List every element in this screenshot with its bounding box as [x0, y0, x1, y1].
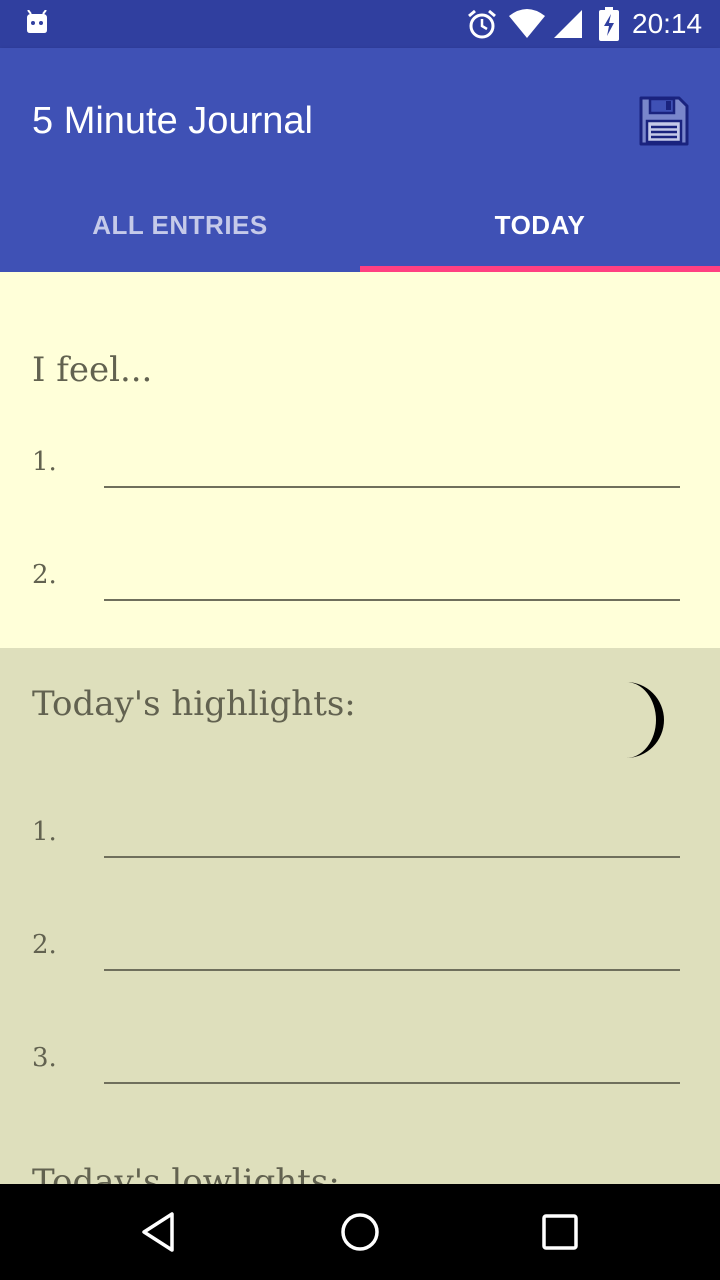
- feel-heading: I feel...: [32, 350, 153, 390]
- tab-all-entries[interactable]: ALL ENTRIES: [0, 178, 360, 272]
- highlights-heading: Today's highlights:: [32, 684, 356, 724]
- highlights-item-number-2: 2.: [32, 930, 57, 960]
- highlights-item-number-3: 3.: [32, 1043, 57, 1073]
- tab-bar: ALL ENTRIES TODAY: [0, 178, 720, 272]
- highlights-input-3[interactable]: [104, 1038, 680, 1084]
- feel-item-number-2: 2.: [32, 560, 57, 590]
- back-icon[interactable]: [138, 1210, 182, 1254]
- wifi-icon: [509, 9, 545, 38]
- tab-today[interactable]: TODAY: [360, 178, 720, 272]
- alarm-icon: [468, 9, 496, 39]
- highlights-input-1[interactable]: [104, 812, 680, 858]
- recents-icon[interactable]: [538, 1210, 582, 1254]
- highlights-section: Today's highlights: 1. 2. 3.: [0, 648, 720, 1184]
- highlights-input-2[interactable]: [104, 925, 680, 971]
- home-icon[interactable]: [338, 1210, 382, 1254]
- signal-icon: [554, 10, 582, 38]
- navigation-bar: [0, 1184, 720, 1280]
- floppy-disk-save-icon[interactable]: [638, 95, 690, 147]
- feel-section: I feel... 1. 2.: [0, 272, 720, 648]
- highlights-item-number-1: 1.: [32, 817, 57, 847]
- app-bar: 5 Minute Journal ALL ENTRIES TODAY: [0, 48, 720, 272]
- android-debug-icon: [27, 10, 47, 33]
- app-title: 5 Minute Journal: [32, 100, 313, 142]
- feel-item-number-1: 1.: [32, 447, 57, 477]
- feel-input-1[interactable]: [104, 442, 680, 488]
- battery-charging-icon: [599, 7, 619, 41]
- feel-input-2[interactable]: [104, 555, 680, 601]
- crescent-moon-icon: [626, 682, 664, 758]
- status-time: 20:14: [632, 8, 703, 39]
- status-bar: 20:14: [0, 0, 720, 48]
